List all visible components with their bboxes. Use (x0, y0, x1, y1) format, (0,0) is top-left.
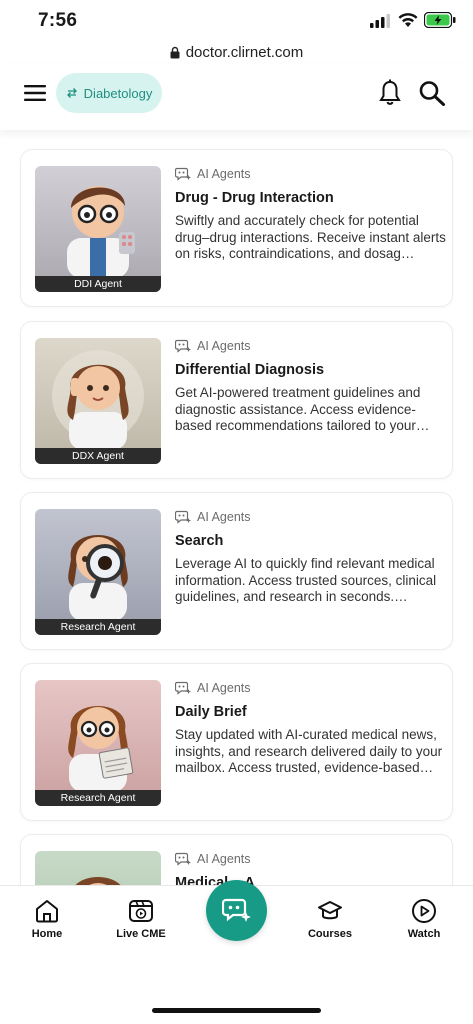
lock-icon (170, 46, 180, 58)
agent-list: DDI Agent AI Agents Drug - Drug Interact… (0, 130, 473, 885)
agent-thumbnail: DDX Agent (35, 338, 161, 464)
agent-card-ddx[interactable]: DDX Agent AI Agents Differential Diagnos… (20, 321, 453, 479)
specialty-switch-chip[interactable]: Diabetology (56, 73, 162, 113)
wifi-icon (398, 13, 418, 27)
doctor-avatar-illustration (68, 535, 128, 619)
search-icon[interactable] (418, 80, 446, 106)
agent-card-daily-brief[interactable]: Research Agent AI Agents Daily Brief Sta… (20, 663, 453, 821)
nav-home[interactable]: Home (12, 898, 82, 940)
status-bar: 7:56 (0, 0, 473, 40)
agent-tag: AI Agents (175, 339, 251, 353)
nav-live-cme-label: Live CME (116, 928, 166, 940)
ai-bot-icon (221, 898, 251, 922)
status-time: 7:56 (38, 10, 78, 31)
agent-title: Differential Diagnosis (175, 362, 325, 378)
ai-bot-icon (175, 510, 191, 524)
nav-live-cme[interactable]: Live CME (106, 898, 176, 940)
agent-thumbnail: DDI Agent (35, 166, 161, 292)
agent-tag: AI Agents (175, 852, 251, 866)
home-indicator (152, 1008, 321, 1013)
agent-tag-label: AI Agents (197, 339, 251, 353)
doctor-avatar-illustration (68, 706, 134, 790)
agent-description: Leverage AI to quickly find relevant med… (175, 556, 437, 605)
play-circle-icon (412, 899, 436, 923)
menu-icon[interactable] (24, 84, 46, 102)
doctor-avatar-illustration (67, 186, 135, 276)
agent-thumbnail: Research Agent (35, 680, 161, 806)
agent-description: Swiftly and accurately check for potenti… (175, 213, 446, 262)
ai-bot-icon (175, 339, 191, 353)
nav-courses-label: Courses (307, 928, 353, 940)
signal-icon (370, 14, 390, 28)
agent-tag: AI Agents (175, 510, 251, 524)
ai-bot-icon (175, 167, 191, 181)
agent-description: Stay updated with AI-curated medical new… (175, 727, 443, 776)
swap-icon (66, 88, 77, 98)
battery-icon (424, 12, 456, 28)
nav-courses[interactable]: Courses (295, 898, 365, 940)
agent-thumbnail (35, 851, 161, 885)
url-bar[interactable]: doctor.clirnet.com (0, 40, 473, 64)
video-play-icon (129, 900, 153, 922)
thumb-caption: DDX Agent (35, 448, 161, 464)
agent-card-partial[interactable]: AI Agents Medical ...A (20, 834, 453, 885)
app-header: Diabetology (0, 64, 473, 130)
agent-tag: AI Agents (175, 167, 251, 181)
agent-card-ddi[interactable]: DDI Agent AI Agents Drug - Drug Interact… (20, 149, 453, 307)
nav-watch-label: Watch (407, 928, 441, 940)
agent-title: Search (175, 533, 224, 549)
bottom-nav: Home Live CME Courses Watch (0, 880, 473, 1024)
thumb-caption: DDI Agent (35, 276, 161, 292)
bell-icon[interactable] (378, 79, 402, 107)
agent-thumbnail: Research Agent (35, 509, 161, 635)
agent-tag-label: AI Agents (197, 510, 251, 524)
doctor-avatar-illustration (75, 877, 121, 885)
doctor-avatar-illustration (52, 350, 144, 448)
home-icon (36, 900, 58, 923)
agent-card-search[interactable]: Research Agent AI Agents Search Leverage… (20, 492, 453, 650)
agent-tag-label: AI Agents (197, 681, 251, 695)
agent-title: Daily Brief (175, 704, 247, 720)
graduation-cap-icon (318, 901, 342, 920)
ai-bot-icon (175, 852, 191, 866)
agent-description: Get AI-powered treatment guidelines and … (175, 385, 421, 434)
nav-watch[interactable]: Watch (389, 898, 459, 940)
agent-tag: AI Agents (175, 681, 251, 695)
thumb-caption: Research Agent (35, 619, 161, 635)
thumb-caption: Research Agent (35, 790, 161, 806)
screen: 7:56 doctor.clirnet.com Diabetology DDI … (0, 0, 473, 1024)
agent-title: Drug - Drug Interaction (175, 190, 334, 206)
ai-bot-icon (175, 681, 191, 695)
agent-tag-label: AI Agents (197, 852, 251, 866)
nav-home-label: Home (31, 928, 63, 940)
ai-agent-fab[interactable] (206, 880, 267, 941)
url-text: doctor.clirnet.com (185, 43, 304, 61)
agent-tag-label: AI Agents (197, 167, 251, 181)
specialty-label: Diabetology (83, 85, 153, 101)
